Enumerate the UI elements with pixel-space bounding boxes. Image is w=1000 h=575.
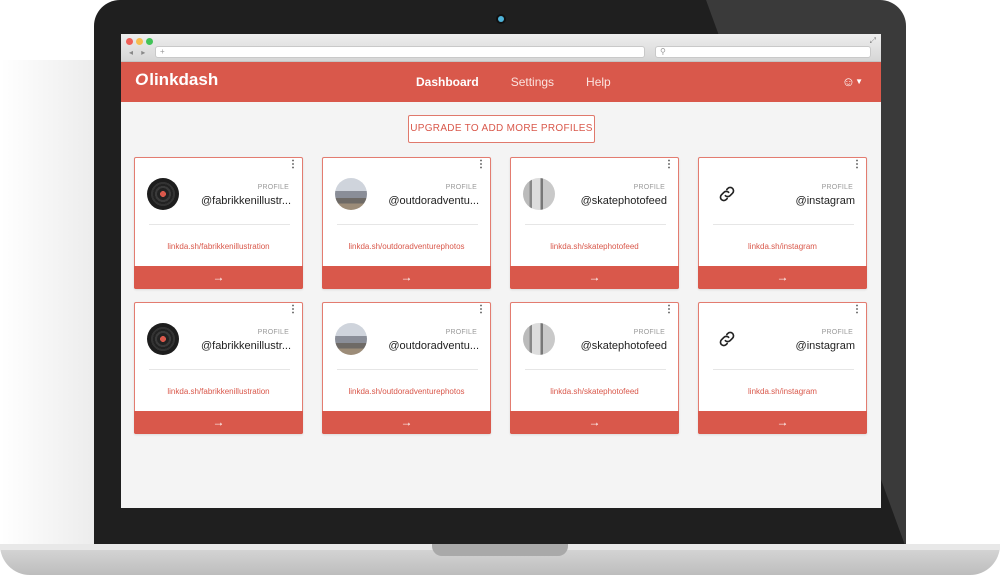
profile-handle: @fabrikkenillustr... — [200, 195, 291, 207]
kebab-menu-icon[interactable]: ⋮ — [852, 305, 862, 315]
profile-type-label: PROFILE — [821, 329, 853, 336]
arrow-right-icon: → — [400, 270, 413, 284]
expand-icon[interactable]: ⤢ — [870, 36, 876, 46]
profile-card[interactable]: ⋮ PROFILE @outdoradventu... linkda.sh/outdo… — [322, 302, 491, 434]
mountain-landscape-image — [335, 178, 367, 210]
user-menu[interactable]: ☺▼ — [842, 74, 863, 89]
profile-card[interactable]: ⋮ PROFILE @instagram linkda.sh/instagram → — [698, 157, 867, 289]
chevron-down-icon: ▼ — [855, 77, 863, 86]
card-divider — [337, 369, 478, 370]
profile-link[interactable]: linkda.sh/instagram — [699, 242, 866, 251]
arrow-right-icon: → — [588, 270, 601, 284]
arrow-right-icon: → — [212, 270, 225, 284]
arrow-right-icon: → — [776, 270, 789, 284]
laptop-frame: ◂ ▸ + ⚲ ⤢ Olinkdash Dashboard Settings H… — [0, 0, 1000, 575]
card-divider — [713, 369, 854, 370]
profile-link[interactable]: linkda.sh/outdoradventurephotos — [323, 242, 490, 251]
card-divider — [337, 224, 478, 225]
profile-link[interactable]: linkda.sh/fabrikkenillustration — [135, 387, 302, 396]
laptop-notch — [432, 544, 568, 556]
vinyl-record-image — [147, 178, 179, 210]
kebab-menu-icon[interactable]: ⋮ — [476, 160, 486, 170]
kebab-menu-icon[interactable]: ⋮ — [664, 305, 674, 315]
zoom-window-button[interactable] — [146, 38, 153, 45]
card-divider — [525, 224, 666, 225]
kebab-menu-icon[interactable]: ⋮ — [852, 160, 862, 170]
minimize-window-button[interactable] — [136, 38, 143, 45]
open-profile-button[interactable]: → — [134, 411, 303, 434]
main-nav: Dashboard Settings Help — [416, 75, 643, 89]
profile-handle: @skatephotofeed — [580, 340, 667, 352]
kebab-menu-icon[interactable]: ⋮ — [664, 160, 674, 170]
browser-search-input[interactable]: ⚲ — [655, 46, 871, 58]
profile-link[interactable]: linkda.sh/instagram — [699, 387, 866, 396]
app-header: Olinkdash Dashboard Settings Help ☺▼ — [121, 62, 881, 102]
user-icon: ☺ — [841, 74, 856, 89]
link-icon — [711, 323, 743, 355]
profile-handle: @skatephotofeed — [580, 195, 667, 207]
nav-dashboard[interactable]: Dashboard — [416, 75, 479, 89]
profile-handle: @outdoradventu... — [388, 340, 479, 352]
linkdash-logo[interactable]: Olinkdash — [135, 70, 218, 90]
profile-type-label: PROFILE — [445, 329, 477, 336]
profile-handle: @instagram — [795, 195, 855, 207]
profile-card[interactable]: ⋮ PROFILE @skatephotofeed linkda.sh/skateph… — [510, 157, 679, 289]
arrow-right-icon: → — [212, 415, 225, 429]
card-divider — [149, 224, 290, 225]
profile-handle: @outdoradventu... — [388, 195, 479, 207]
nav-help[interactable]: Help — [586, 75, 611, 89]
profile-link[interactable]: linkda.sh/skatephotofeed — [511, 242, 678, 251]
profile-type-label: PROFILE — [445, 184, 477, 191]
profile-card[interactable]: ⋮ PROFILE @fabrikkenillustr... linkda.sh/fa… — [134, 157, 303, 289]
skatepark-image — [523, 178, 555, 210]
profile-type-label: PROFILE — [257, 329, 289, 336]
profile-link[interactable]: linkda.sh/outdoradventurephotos — [323, 387, 490, 396]
nav-settings[interactable]: Settings — [511, 75, 554, 89]
link-icon — [711, 178, 743, 210]
arrow-right-icon: → — [588, 415, 601, 429]
profile-type-label: PROFILE — [821, 184, 853, 191]
vinyl-record-image — [147, 323, 179, 355]
card-divider — [149, 369, 290, 370]
open-profile-button[interactable]: → — [698, 411, 867, 434]
kebab-menu-icon[interactable]: ⋮ — [476, 305, 486, 315]
profile-card[interactable]: ⋮ PROFILE @skatephotofeed linkda.sh/skateph… — [510, 302, 679, 434]
open-profile-button[interactable]: → — [134, 266, 303, 289]
open-profile-button[interactable]: → — [510, 266, 679, 289]
open-profile-button[interactable]: → — [510, 411, 679, 434]
open-profile-button[interactable]: → — [322, 411, 491, 434]
arrow-right-icon: → — [400, 415, 413, 429]
logo-mark: O — [135, 70, 149, 89]
profile-link[interactable]: linkda.sh/skatephotofeed — [511, 387, 678, 396]
card-divider — [713, 224, 854, 225]
mountain-landscape-image — [335, 323, 367, 355]
card-divider — [525, 369, 666, 370]
skatepark-image — [523, 323, 555, 355]
screen: ◂ ▸ + ⚲ ⤢ Olinkdash Dashboard Settings H… — [121, 34, 881, 508]
address-bar[interactable]: + — [155, 46, 645, 58]
profile-type-label: PROFILE — [633, 329, 665, 336]
back-forward-icon[interactable]: ◂ ▸ — [129, 48, 148, 57]
profile-link[interactable]: linkda.sh/fabrikkenillustration — [135, 242, 302, 251]
profile-handle: @fabrikkenillustr... — [200, 340, 291, 352]
profile-type-label: PROFILE — [633, 184, 665, 191]
upgrade-button[interactable]: UPGRADE TO ADD MORE PROFILES — [408, 115, 595, 143]
open-profile-button[interactable]: → — [322, 266, 491, 289]
camera-icon — [498, 16, 504, 22]
open-profile-button[interactable]: → — [698, 266, 867, 289]
arrow-right-icon: → — [776, 415, 789, 429]
browser-toolbar: ◂ ▸ + ⚲ ⤢ — [121, 34, 881, 62]
dashboard-content: UPGRADE TO ADD MORE PROFILES ⋮ PROFILE @fa… — [121, 102, 881, 508]
logo-text: linkdash — [149, 70, 219, 89]
profile-card[interactable]: ⋮ PROFILE @fabrikkenillustr... linkda.sh/fa… — [134, 302, 303, 434]
profile-card[interactable]: ⋮ PROFILE @outdoradventu... linkda.sh/outdo… — [322, 157, 491, 289]
kebab-menu-icon[interactable]: ⋮ — [288, 305, 298, 315]
close-window-button[interactable] — [126, 38, 133, 45]
profile-handle: @instagram — [795, 340, 855, 352]
profile-card[interactable]: ⋮ PROFILE @instagram linkda.sh/instagram → — [698, 302, 867, 434]
profile-type-label: PROFILE — [257, 184, 289, 191]
kebab-menu-icon[interactable]: ⋮ — [288, 160, 298, 170]
search-icon: ⚲ — [660, 47, 666, 56]
